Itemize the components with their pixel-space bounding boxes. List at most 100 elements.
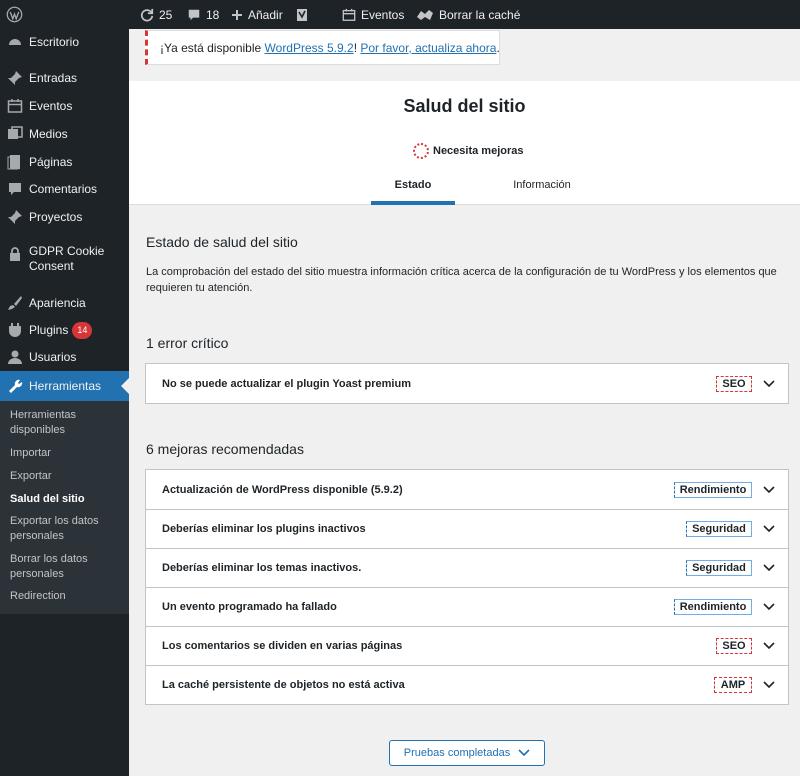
chevron-down-icon[interactable] [763,602,775,612]
clear-cache-button[interactable]: Borrar la caché [416,0,520,29]
submenu-item-exportar[interactable]: Exportar [10,469,125,484]
submenu-item-salud-del-sitio[interactable]: Salud del sitio [10,492,125,507]
health-status-label: Necesita mejoras [433,145,524,157]
issue-row[interactable]: Los comentarios se dividen en varias pág… [146,626,788,665]
health-status: Necesita mejoras [413,143,524,159]
issue-badge: Seguridad [686,521,752,537]
sidebar-item-label: Entradas [29,70,78,85]
sidebar-item-label: Eventos [29,98,73,113]
issue-row[interactable]: No se puede actualizar el plugin Yoast p… [146,364,788,403]
issue-row[interactable]: La caché persistente de objetos no está … [146,665,788,704]
comment-icon [187,8,201,22]
recommended-issues-list: Actualización de WordPress disponible (5… [145,469,789,705]
sidebar-item-label: GDPR Cookie Consent [29,244,105,273]
chevron-down-icon[interactable] [763,680,775,690]
submenu-item-redirection[interactable]: Redirection [10,589,125,604]
section-heading-estado: Estado de salud del sitio [146,234,298,250]
notice-middle: ! [353,40,358,55]
plugins-label: Plugins [29,322,69,337]
issue-badge: AMP [714,677,752,693]
chevron-down-icon[interactable] [763,485,775,495]
issue-badge: SEO [716,638,752,654]
issue-badge: Rendimiento [674,481,752,498]
critical-issues-heading: 1 error crítico [146,335,229,351]
plugin-icon [7,322,23,338]
tools-submenu: Herramientas disponibles Importar Export… [0,401,129,614]
critical-issues-list: No se puede actualizar el plugin Yoast p… [145,363,789,404]
page-icon [7,154,23,170]
add-new-label: Añadir [248,7,283,22]
issue-badge: SEO [716,375,752,392]
update-now-link[interactable]: Por favor, actualiza ahora [360,41,496,55]
issue-row[interactable]: Actualización de WordPress disponible (5… [146,470,788,509]
events-button[interactable]: Eventos [342,0,404,29]
add-new-button[interactable]: Añadir [231,0,283,29]
sidebar-item-label: Usuarios [29,349,77,364]
updates-button[interactable]: 25 [140,0,172,29]
pin-icon [7,209,23,225]
completed-tests-button[interactable]: Pruebas completadas [389,740,545,766]
update-notice: ¡Ya está disponible WordPress 5.9.2! Por… [145,30,500,65]
issue-badge: Seguridad [686,560,752,576]
cheetah-icon [416,8,434,22]
media-icon [7,126,23,142]
chevron-down-icon[interactable] [763,563,775,573]
notice-prefix: ¡Ya está disponible [160,40,262,55]
status-progress-ring [413,143,429,159]
tab-informacion[interactable]: Información [481,171,603,205]
wordpress-version-link[interactable]: WordPress 5.9.2 [265,41,354,55]
chevron-down-icon [518,749,530,757]
submenu-item-herramientas-disponibles[interactable]: Herramientas disponibles [10,408,125,438]
wordpress-logo-icon[interactable] [6,0,23,29]
sidebar-item-label: Herramientas [29,378,102,393]
page-title: Salud del sitio [403,96,526,116]
issue-row[interactable]: Un evento programado ha fallado Rendimie… [146,587,788,626]
events-label: Eventos [361,7,405,22]
issue-title: Deberías eliminar los temas inactivos. [162,562,362,574]
admin-sidebar: Escritorio Entradas Eventos Medios Págin… [0,29,129,776]
pin-icon [7,70,23,86]
sidebar-item-label: Apariencia [29,295,86,310]
submenu-item-borrar-datos[interactable]: Borrar los datos personales [10,552,125,582]
tab-estado[interactable]: Estado [371,171,455,205]
sidebar-item-herramientas[interactable]: Herramientas [0,371,129,401]
sidebar-item-label: Páginas [29,154,73,169]
issue-row[interactable]: Deberías eliminar los temas inactivos. S… [146,548,788,587]
calendar-icon [342,8,356,22]
issue-row[interactable]: Deberías eliminar los plugins inactivos … [146,509,788,548]
comments-count: 18 [206,7,220,22]
chevron-down-icon[interactable] [763,641,775,651]
sidebar-item-label: Escritorio [29,34,80,49]
wrench-icon [7,378,23,394]
chevron-down-icon[interactable] [763,379,775,389]
issue-title: No se puede actualizar el plugin Yoast p… [162,377,411,390]
comments-button[interactable]: 18 [187,0,219,29]
admin-bar: 25 18 Añadir Eventos Borrar la caché [0,0,800,29]
user-icon [7,349,23,365]
sidebar-item-label: Medios [29,126,68,141]
issue-badge: Rendimiento [674,599,752,615]
issue-title: Un evento programado ha fallado [162,601,337,613]
issue-title: Deberías eliminar los plugins inactivos [162,523,366,535]
plugins-update-badge: 14 [72,321,93,339]
clear-cache-label: Borrar la caché [439,7,521,22]
notice-suffix: . [496,40,500,55]
submenu-item-exportar-datos[interactable]: Exportar los datos personales [10,514,125,544]
calendar-icon [7,98,23,114]
completed-tests-label: Pruebas completadas [403,747,511,759]
chevron-down-icon[interactable] [763,524,775,534]
issue-title: La caché persistente de objetos no está … [162,679,405,691]
current-menu-arrow [121,378,129,394]
section-description: La comprobación del estado del sitio mue… [146,266,777,294]
plus-icon [231,9,243,21]
sidebar-item-label: Proyectos [29,209,83,224]
brush-icon [7,295,23,311]
refresh-icon [140,8,154,22]
yoast-icon[interactable] [296,0,308,29]
issue-title: Actualización de WordPress disponible (5… [162,483,403,496]
comment-icon [7,181,23,197]
submenu-item-importar[interactable]: Importar [10,446,125,461]
issue-title: Los comentarios se dividen en varias pág… [162,640,403,652]
site-health-header: Salud del sitio Necesita mejoras Estado … [129,81,800,205]
sidebar-item-label: Comentarios [29,181,98,196]
